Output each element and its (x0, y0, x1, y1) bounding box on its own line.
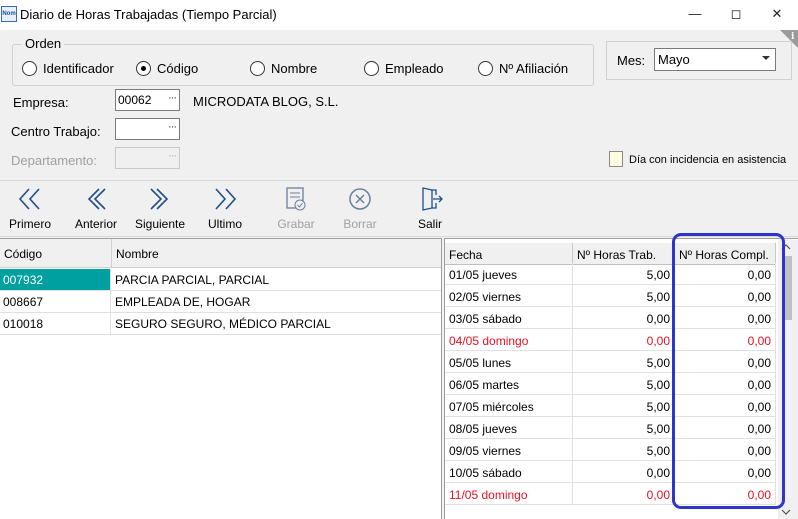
minimize-button[interactable]: — (685, 4, 705, 24)
horas-trab-cell[interactable]: 0,00 (573, 483, 675, 505)
table-row[interactable]: 010018 SEGURO SEGURO, MÉDICO PARCIAL (0, 313, 441, 335)
horas-trab-cell[interactable]: 0,00 (573, 307, 675, 329)
ellipsis-icon[interactable]: ··· (168, 92, 177, 104)
column-header-fecha[interactable]: Fecha (445, 243, 573, 265)
radio-identificador[interactable]: Identificador (22, 60, 114, 76)
primero-button[interactable]: Primero (0, 186, 60, 232)
centro-label: Centro Trabajo: (11, 124, 101, 139)
mes-select[interactable]: Mayo (654, 48, 776, 71)
horas-trab-cell[interactable]: 5,00 (573, 285, 675, 307)
fecha-cell[interactable]: 09/05 viernes (445, 439, 573, 461)
departamento-label: Departamento: (11, 153, 97, 168)
nombre-cell[interactable]: SEGURO SEGURO, MÉDICO PARCIAL (112, 313, 441, 334)
grabar-button[interactable]: Grabar (266, 186, 326, 232)
column-header-codigo[interactable]: Código (0, 239, 112, 268)
salir-button[interactable]: Salir (400, 186, 460, 232)
mes-label: Mes: (617, 53, 646, 68)
horas-trab-cell[interactable]: 0,00 (573, 329, 675, 351)
employees-grid: Código Nombre 007932 PARCIA PARCIAL, PARC… (0, 238, 442, 519)
empresa-name: MICRODATA BLOG, S.L. (193, 94, 339, 109)
codigo-cell[interactable]: 008667 (0, 291, 111, 312)
fecha-cell[interactable]: 03/05 sábado (445, 307, 573, 329)
fecha-cell[interactable]: 01/05 jueves (445, 263, 573, 285)
horas-trab-cell[interactable]: 5,00 (573, 263, 675, 285)
column-header-nombre[interactable]: Nombre (112, 239, 441, 268)
radio-nombre[interactable]: Nombre (250, 60, 317, 76)
fecha-cell[interactable]: 02/05 viernes (445, 285, 573, 307)
table-row[interactable]: 008667 EMPLEADA DE, HOGAR (0, 291, 441, 313)
app-icon: Nom (1, 6, 17, 22)
incidencia-legend: Día con incidencia en asistencia (629, 154, 787, 166)
primero-label: Primero (8, 217, 51, 231)
grabar-label: Grabar (277, 217, 315, 231)
departamento-field: ··· (115, 147, 180, 169)
last-icon (215, 188, 237, 210)
borrar-button[interactable]: Borrar (330, 186, 390, 232)
horas-trab-cell[interactable]: 5,00 (573, 373, 675, 395)
orden-group-title: Orden (22, 36, 65, 51)
horas-trab-cell[interactable]: 0,00 (573, 461, 675, 483)
fecha-cell[interactable]: 04/05 domingo (445, 329, 573, 351)
fecha-cell[interactable]: 07/05 miércoles (445, 395, 573, 417)
next-icon (150, 188, 169, 210)
horas-trab-cell[interactable]: 5,00 (573, 417, 675, 439)
window-title: Diario de Horas Trabajadas (Tiempo Parci… (20, 7, 277, 22)
nombre-cell[interactable]: PARCIA PARCIAL, PARCIAL (112, 269, 441, 290)
fecha-cell[interactable]: 06/05 martes (445, 373, 573, 395)
fecha-cell[interactable]: 10/05 sábado (445, 461, 573, 483)
ellipsis-icon: ··· (168, 150, 177, 162)
radio-afiliacion[interactable]: Nº Afiliación (478, 60, 568, 76)
save-icon (286, 187, 306, 211)
maximize-button[interactable]: ◻ (726, 4, 746, 24)
codigo-cell[interactable]: 010018 (0, 313, 111, 334)
exit-icon (422, 187, 443, 211)
ultimo-label: Ultimo (207, 217, 242, 231)
column-header-horas-trab[interactable]: Nº Horas Trab. (573, 243, 675, 265)
first-icon (18, 188, 40, 210)
codigo-cell[interactable]: 007932 (0, 269, 111, 290)
horas-trab-cell[interactable]: 5,00 (573, 395, 675, 417)
empresa-field[interactable]: 00062 ··· (115, 89, 180, 111)
delete-icon (349, 188, 371, 210)
table-row[interactable]: 007932 PARCIA PARCIAL, PARCIAL (0, 269, 441, 291)
fecha-cell[interactable]: 11/05 domingo (445, 483, 573, 505)
horas-compl-highlight (672, 233, 785, 509)
radio-codigo[interactable]: Código (136, 60, 198, 76)
nombre-cell[interactable]: EMPLEADA DE, HOGAR (112, 291, 441, 312)
siguiente-label: Siguiente (134, 217, 186, 231)
chevron-down-icon[interactable] (762, 56, 770, 60)
anterior-button[interactable]: Anterior (66, 186, 126, 232)
scrollbar-thumb[interactable] (784, 256, 792, 320)
anterior-label: Anterior (74, 217, 118, 231)
salir-label: Salir (417, 217, 442, 231)
previous-icon (87, 188, 106, 210)
incidencia-color-box (609, 151, 623, 167)
borrar-label: Borrar (343, 217, 377, 231)
fecha-cell[interactable]: 05/05 lunes (445, 351, 573, 373)
horas-trab-cell[interactable]: 5,00 (573, 439, 675, 461)
ellipsis-icon[interactable]: ··· (168, 121, 177, 133)
fecha-cell[interactable]: 08/05 jueves (445, 417, 573, 439)
close-button[interactable]: ✕ (767, 4, 787, 24)
siguiente-button[interactable]: Siguiente (130, 186, 190, 232)
horas-trab-cell[interactable]: 5,00 (573, 351, 675, 373)
radio-empleado[interactable]: Empleado (364, 60, 444, 76)
centro-field[interactable]: ··· (115, 118, 180, 140)
ultimo-button[interactable]: Ultimo (195, 186, 255, 232)
toolbar-separator (0, 180, 798, 181)
empresa-label: Empresa: (13, 95, 69, 110)
scroll-down-icon[interactable] (781, 509, 791, 515)
